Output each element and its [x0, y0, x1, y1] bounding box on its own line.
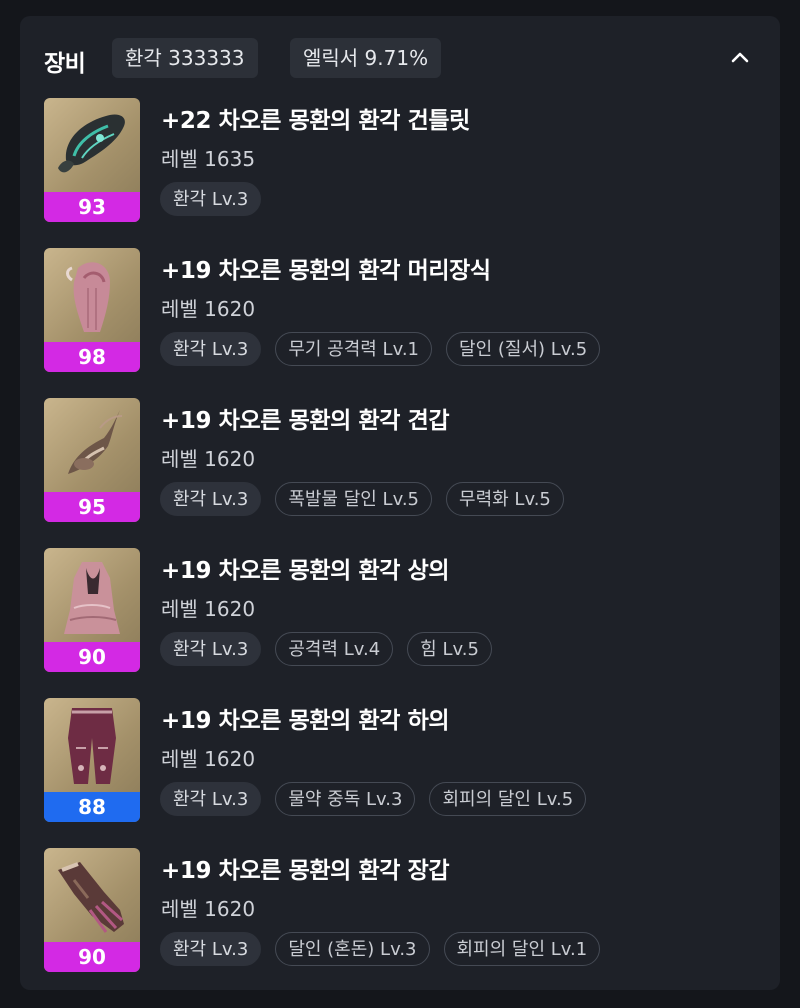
- quality-badge: 90: [44, 942, 140, 972]
- tag-elixir-effect: 폭발물 달인 Lv.5: [275, 482, 433, 516]
- tag-elixir-set: 환각 Lv.3: [160, 482, 262, 516]
- item-tags: 환각 Lv.3 달인 (혼돈) Lv.3 회피의 달인 Lv.1: [160, 932, 601, 970]
- item-level: 레벨 1620: [161, 297, 256, 321]
- elixir-percent-chip: 엘릭서 9.71%: [290, 38, 442, 78]
- item-level: 레벨 1635: [161, 147, 256, 171]
- item-name: +19 차오른 몽환의 환각 머리장식: [161, 258, 491, 284]
- quality-badge: 95: [44, 492, 140, 522]
- equipment-panel: 장비 환각 333333 엘릭서 9.71% 93 +22 차오른 몽환의 환각…: [20, 16, 780, 990]
- item-tags: 환각 Lv.3 폭발물 달인 Lv.5 무력화 Lv.5: [160, 482, 564, 520]
- chest-armor-icon: 90: [44, 548, 140, 672]
- gloves-icon: 90: [44, 848, 140, 972]
- item-name: +19 차오른 몽환의 환각 장갑: [161, 858, 450, 884]
- tag-elixir-set: 환각 Lv.3: [160, 332, 262, 366]
- quality-badge: 88: [44, 792, 140, 822]
- item-tags: 환각 Lv.3: [160, 182, 262, 220]
- item-tags: 환각 Lv.3 물약 중독 Lv.3 회피의 달인 Lv.5: [160, 782, 587, 820]
- equipment-header: 장비 환각 333333 엘릭서 9.71%: [20, 38, 780, 80]
- item-name: +22 차오른 몽환의 환각 건틀릿: [161, 108, 470, 134]
- item-name: +19 차오른 몽환의 환각 하의: [161, 708, 450, 734]
- equipment-item-gloves[interactable]: 90 +19 차오른 몽환의 환각 장갑 레벨 1620 환각 Lv.3 달인 …: [44, 848, 764, 972]
- tag-elixir-effect: 힘 Lv.5: [407, 632, 492, 666]
- tag-elixir-set: 환각 Lv.3: [160, 782, 262, 816]
- tag-elixir-effect: 무기 공격력 Lv.1: [275, 332, 433, 366]
- quality-badge: 93: [44, 192, 140, 222]
- tag-elixir-effect: 공격력 Lv.4: [275, 632, 394, 666]
- item-level: 레벨 1620: [161, 447, 256, 471]
- headgear-icon: 98: [44, 248, 140, 372]
- equipment-item-headgear[interactable]: 98 +19 차오른 몽환의 환각 머리장식 레벨 1620 환각 Lv.3 무…: [44, 248, 764, 372]
- tag-elixir-effect: 달인 (질서) Lv.5: [446, 332, 601, 366]
- tag-elixir-effect: 물약 중독 Lv.3: [275, 782, 416, 816]
- tag-elixir-effect: 회피의 달인 Lv.5: [429, 782, 587, 816]
- section-title: 장비: [44, 51, 86, 77]
- equipment-item-chest[interactable]: 90 +19 차오른 몽환의 환각 상의 레벨 1620 환각 Lv.3 공격력…: [44, 548, 764, 672]
- item-name: +19 차오른 몽환의 환각 상의: [161, 558, 450, 584]
- tag-elixir-set: 환각 Lv.3: [160, 632, 262, 666]
- tag-elixir-effect: 달인 (혼돈) Lv.3: [275, 932, 430, 966]
- tag-elixir-effect: 회피의 달인 Lv.1: [443, 932, 601, 966]
- tag-elixir-set: 환각 Lv.3: [160, 182, 262, 216]
- equipment-item-gauntlet[interactable]: 93 +22 차오른 몽환의 환각 건틀릿 레벨 1635 환각 Lv.3: [44, 98, 764, 222]
- item-level: 레벨 1620: [161, 747, 256, 771]
- item-level: 레벨 1620: [161, 597, 256, 621]
- equipment-item-shoulder[interactable]: 95 +19 차오른 몽환의 환각 견갑 레벨 1620 환각 Lv.3 폭발물…: [44, 398, 764, 522]
- pants-icon: 88: [44, 698, 140, 822]
- item-name: +19 차오른 몽환의 환각 견갑: [161, 408, 450, 434]
- gauntlet-icon: 93: [44, 98, 140, 222]
- equipment-item-pants[interactable]: 88 +19 차오른 몽환의 환각 하의 레벨 1620 환각 Lv.3 물약 …: [44, 698, 764, 822]
- quality-badge: 98: [44, 342, 140, 372]
- chevron-up-icon[interactable]: [728, 46, 752, 70]
- elixir-summary-chip: 환각 333333: [112, 38, 258, 78]
- quality-badge: 90: [44, 642, 140, 672]
- item-tags: 환각 Lv.3 무기 공격력 Lv.1 달인 (질서) Lv.5: [160, 332, 601, 370]
- shoulder-icon: 95: [44, 398, 140, 522]
- item-tags: 환각 Lv.3 공격력 Lv.4 힘 Lv.5: [160, 632, 492, 670]
- tag-elixir-set: 환각 Lv.3: [160, 932, 262, 966]
- item-level: 레벨 1620: [161, 897, 256, 921]
- tag-elixir-effect: 무력화 Lv.5: [446, 482, 564, 516]
